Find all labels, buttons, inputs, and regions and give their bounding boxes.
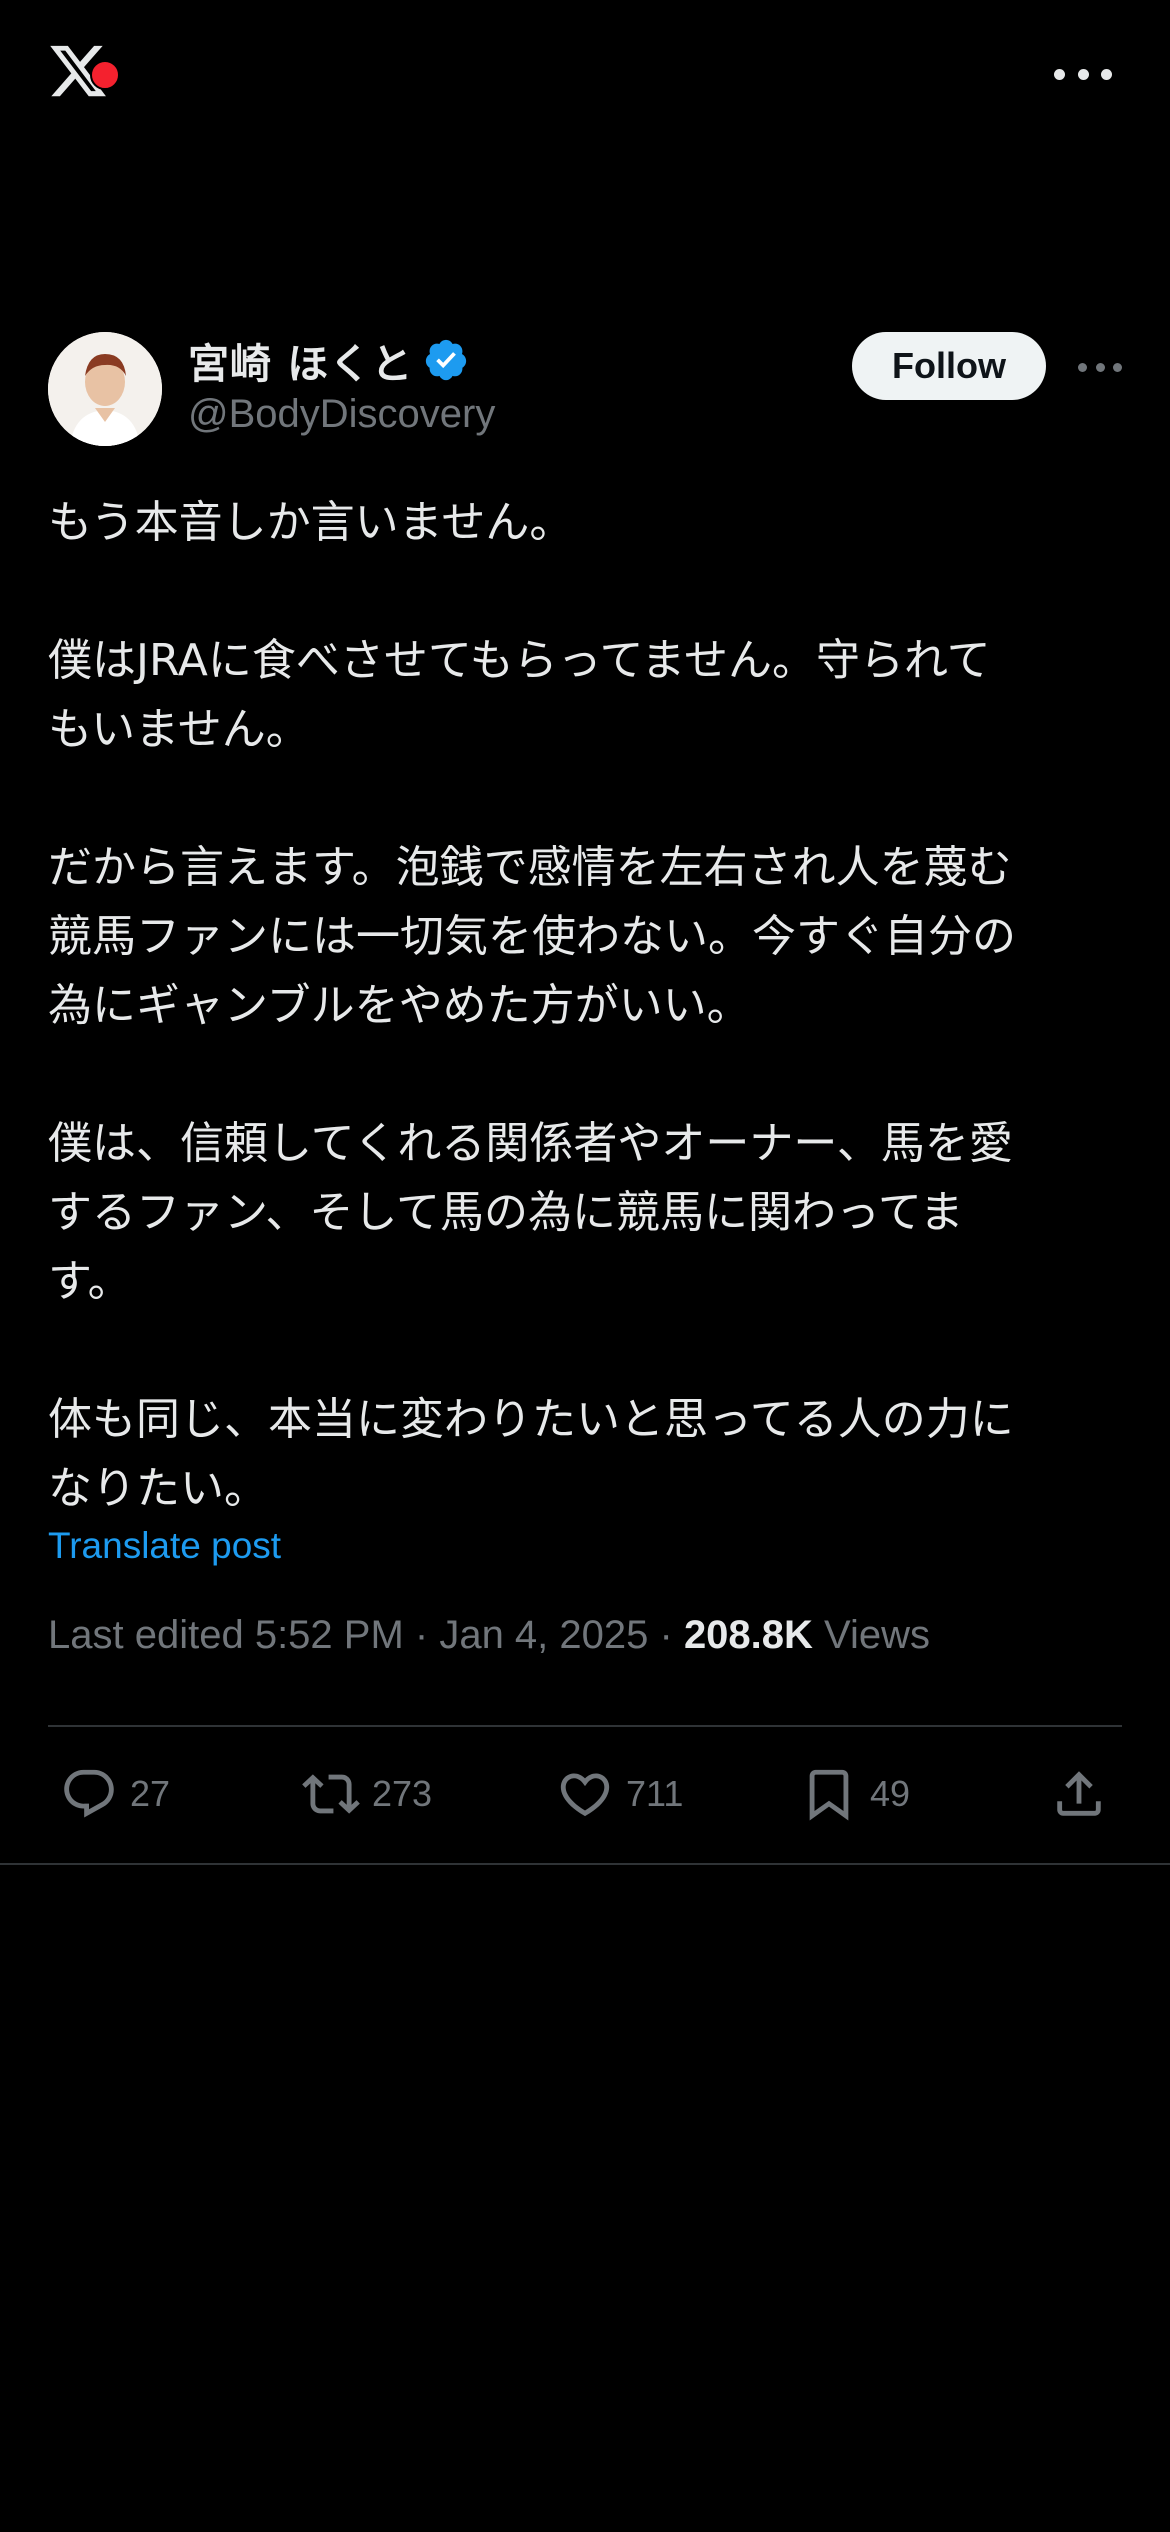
tweet: 宮崎 ほくと @BodyDiscovery Follow もう本音しか言いません… <box>48 332 1122 1658</box>
author-handle[interactable]: @BodyDiscovery <box>188 392 495 437</box>
reply-icon <box>64 1769 114 1818</box>
tweet-paragraph: もう本音しか言いません。 <box>48 497 574 548</box>
tweet-paragraph: 体も同じ、本当に変わりたいと思ってる人の力に なりたい。 <box>48 1394 1014 1514</box>
heart-icon <box>560 1773 610 1817</box>
tweet-paragraph: 僕はJRAに食べさせてもらってません。守られて もいません。 <box>48 635 991 755</box>
reply-button[interactable]: 27 <box>60 1758 170 1830</box>
repost-icon <box>302 1774 360 1814</box>
x-logo-icon[interactable] <box>46 40 120 106</box>
tweet-meta: Last edited 5:52 PM · Jan 4, 2025 · 208.… <box>48 1613 1122 1658</box>
follow-button[interactable]: Follow <box>852 332 1046 400</box>
tweet-text: もう本音しか言いません。 僕はJRAに食べさせてもらってません。守られて もいま… <box>48 488 1122 1523</box>
translate-post-link[interactable]: Translate post <box>48 1525 281 1567</box>
verified-badge-icon <box>426 339 467 381</box>
reply-count: 27 <box>130 1773 171 1814</box>
display-name[interactable]: 宮崎 ほくと <box>188 330 413 390</box>
tweet-more-icon[interactable] <box>1078 360 1122 374</box>
author-name-row: 宮崎 ほくと <box>188 332 469 388</box>
like-count: 711 <box>626 1773 684 1814</box>
avatar-portrait <box>48 332 162 446</box>
notification-badge <box>90 60 120 90</box>
tweet-paragraph: だから言えます。泡銭で感情を左右され人を蔑む 競馬ファンには一切気を使わない。今… <box>48 842 1016 1031</box>
tweet-paragraph: 僕は、信頼してくれる関係者やオーナー、馬を愛 するファン、そして馬の為に競馬に関… <box>48 1118 1013 1307</box>
repost-button[interactable]: 273 <box>302 1758 432 1830</box>
action-bar: 27 273 711 49 <box>48 1758 1122 1830</box>
tweet-header: 宮崎 ほくと @BodyDiscovery Follow <box>48 332 1122 446</box>
share-button[interactable] <box>1050 1758 1108 1830</box>
bookmark-count: 49 <box>870 1773 911 1814</box>
views-label: Views <box>824 1613 931 1657</box>
views-count: 208.8K <box>683 1613 813 1657</box>
avatar[interactable] <box>48 332 162 446</box>
more-horizontal-icon[interactable] <box>1054 62 1112 86</box>
bookmark-button[interactable]: 49 <box>800 1758 910 1830</box>
share-icon <box>1057 1771 1101 1816</box>
edited-timestamp[interactable]: Last edited 5:52 PM · Jan 4, 2025 · <box>48 1613 684 1657</box>
like-button[interactable]: 711 <box>556 1758 683 1830</box>
bookmark-icon <box>809 1769 849 1821</box>
divider <box>48 1725 1122 1727</box>
divider <box>0 1863 1170 1865</box>
app-header <box>0 0 1170 150</box>
repost-count: 273 <box>372 1773 433 1814</box>
